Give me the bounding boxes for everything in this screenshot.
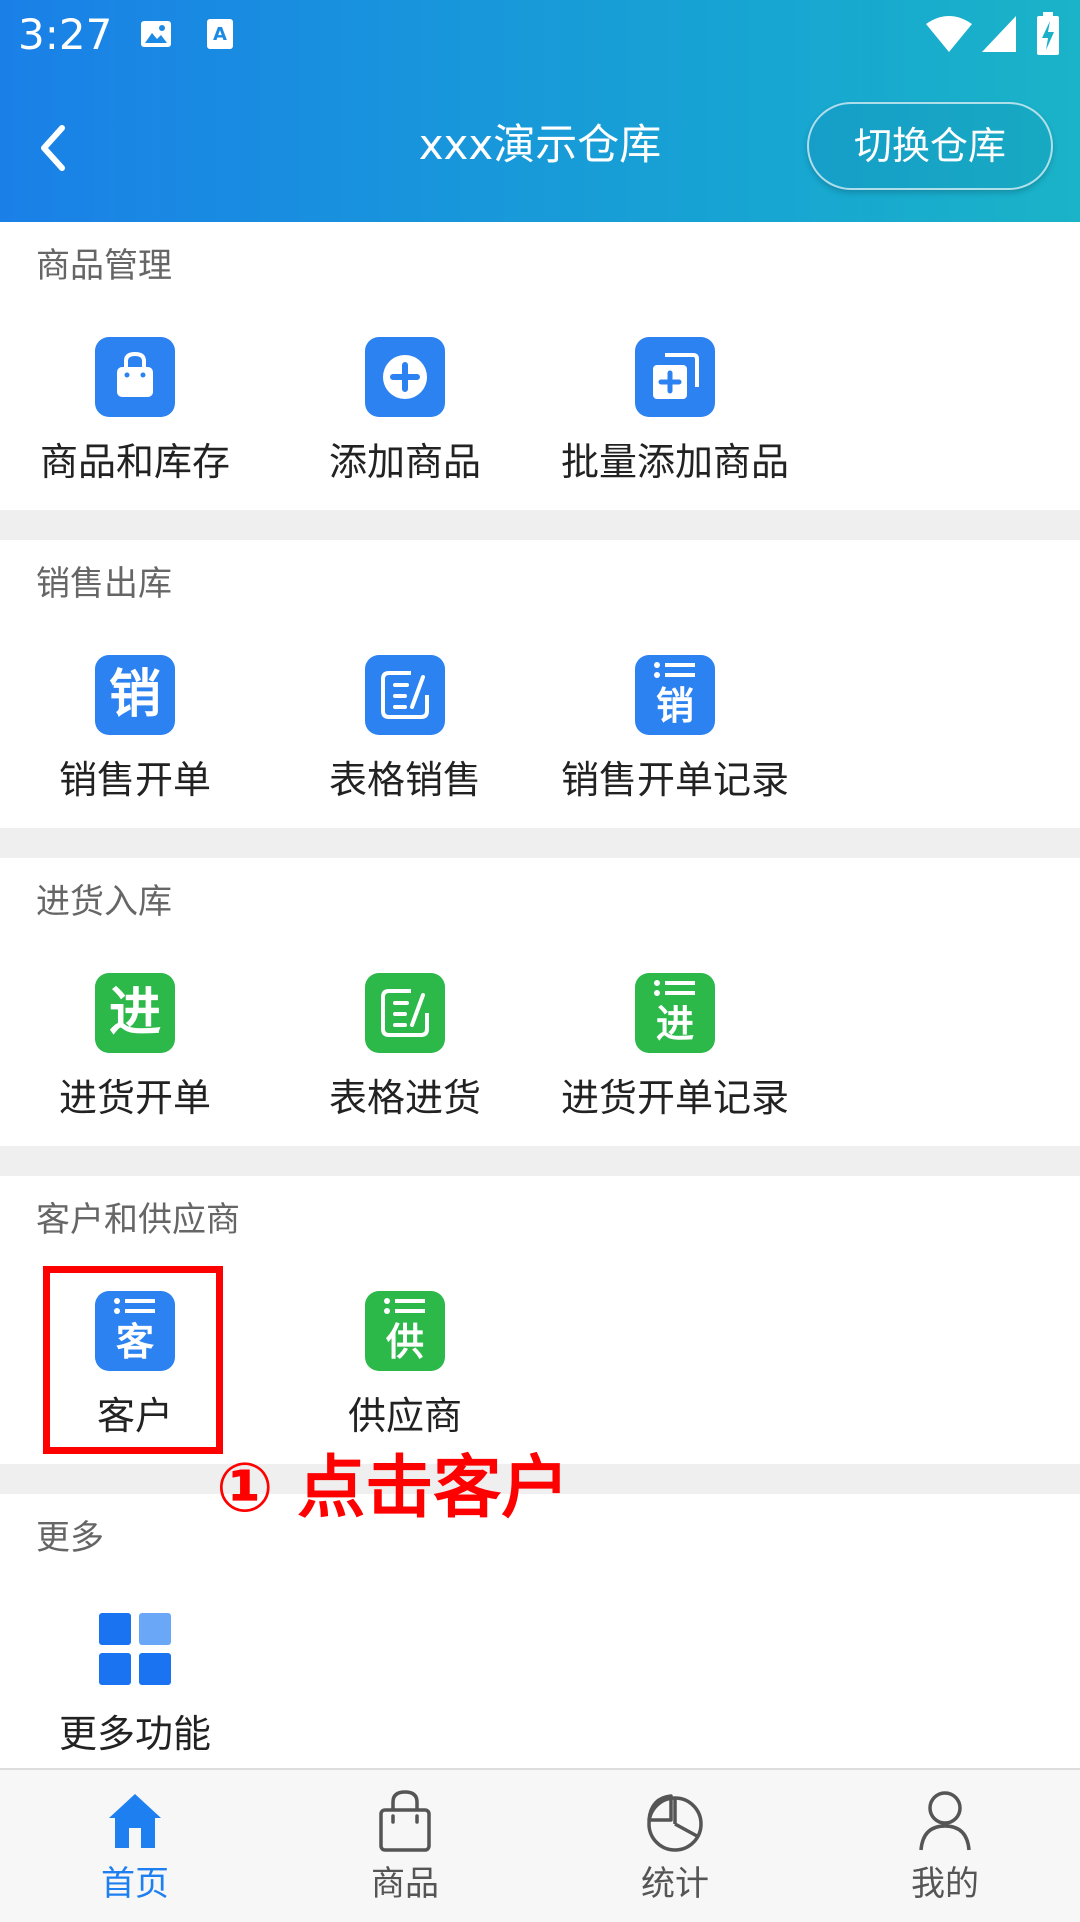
pie-chart-icon (647, 1794, 703, 1852)
section-more: 更多 更多功能 (0, 1494, 1080, 1768)
purchase-order-icon: 进 (95, 973, 175, 1053)
item-label: 商品和库存 (39, 440, 230, 484)
sales-record-icon: 销 (635, 655, 715, 735)
battery-charging-icon (1037, 12, 1059, 55)
section-title: 销售出库 (36, 564, 172, 604)
section-title: 更多 (36, 1518, 104, 1558)
section-title: 商品管理 (36, 246, 172, 286)
item-label: 销售开单记录 (560, 758, 789, 802)
grid-icon (95, 1609, 175, 1689)
item-label: 进货开单 (58, 1076, 211, 1120)
icon-glyph: 进 (108, 983, 161, 1043)
section-title: 客户和供应商 (36, 1200, 240, 1240)
switch-warehouse-button[interactable]: 切换仓库 (807, 102, 1053, 190)
header-bar: 3:27 A xxx演示仓库 切换仓库 (0, 0, 1080, 222)
table-edit-icon (365, 973, 445, 1053)
svg-text:A: A (213, 24, 227, 45)
item-label: 销售开单 (58, 758, 211, 802)
cellular-signal-icon (982, 16, 1016, 52)
bag-icon (379, 1790, 431, 1852)
bottom-tab-bar: 首页 商品 统计 我的 (0, 1768, 1080, 1922)
item-label: 进货开单记录 (560, 1076, 789, 1120)
tab-label: 商品 (371, 1864, 439, 1904)
batch-add-icon (635, 337, 715, 417)
status-time: 3:27 (18, 10, 113, 59)
tab-goods[interactable]: 商品 (270, 1770, 540, 1922)
item-label: 表格进货 (328, 1076, 481, 1120)
add-circle-icon (365, 337, 445, 417)
tab-statistics[interactable]: 统计 (540, 1770, 810, 1922)
item-label: 表格销售 (328, 758, 481, 802)
icon-glyph: 销 (655, 684, 694, 728)
section-title: 进货入库 (36, 882, 172, 922)
icon-glyph: 供 (385, 1320, 424, 1364)
text-notification-icon: A (207, 19, 233, 49)
item-label: 供应商 (347, 1394, 462, 1438)
sales-order-icon: 销 (95, 655, 175, 735)
icon-glyph: 销 (108, 665, 161, 725)
item-label: 更多功能 (58, 1712, 211, 1756)
item-label: 批量添加商品 (560, 440, 789, 484)
supplier-list-icon: 供 (365, 1291, 445, 1371)
tab-label: 我的 (911, 1864, 979, 1904)
purchase-record-icon: 进 (635, 973, 715, 1053)
section-purchase-inbound: 进货入库 进 进货开单 表格进货 进 进货开单记录 (0, 858, 1080, 1146)
tab-label: 统计 (641, 1864, 709, 1904)
section-goods-management: 商品管理 商品和库存 添加商品 批量添加商品 (0, 222, 1080, 510)
table-edit-icon (365, 655, 445, 735)
tab-label: 首页 (101, 1864, 169, 1904)
shopping-bag-icon (95, 337, 175, 417)
wifi-icon (926, 16, 972, 52)
user-icon (919, 1791, 971, 1851)
tab-home[interactable]: 首页 (0, 1770, 270, 1922)
image-notification-icon (141, 21, 171, 47)
customer-highlight-box (43, 1266, 223, 1454)
item-label: 添加商品 (328, 440, 481, 484)
tutorial-annotation: ① 点击客户 (216, 1449, 570, 1528)
home-icon (109, 1794, 161, 1848)
icon-glyph: 进 (655, 1002, 694, 1046)
section-sales-outbound: 销售出库 销 销售开单 表格销售 销 销售开单记录 (0, 540, 1080, 828)
tab-mine[interactable]: 我的 (810, 1770, 1080, 1922)
